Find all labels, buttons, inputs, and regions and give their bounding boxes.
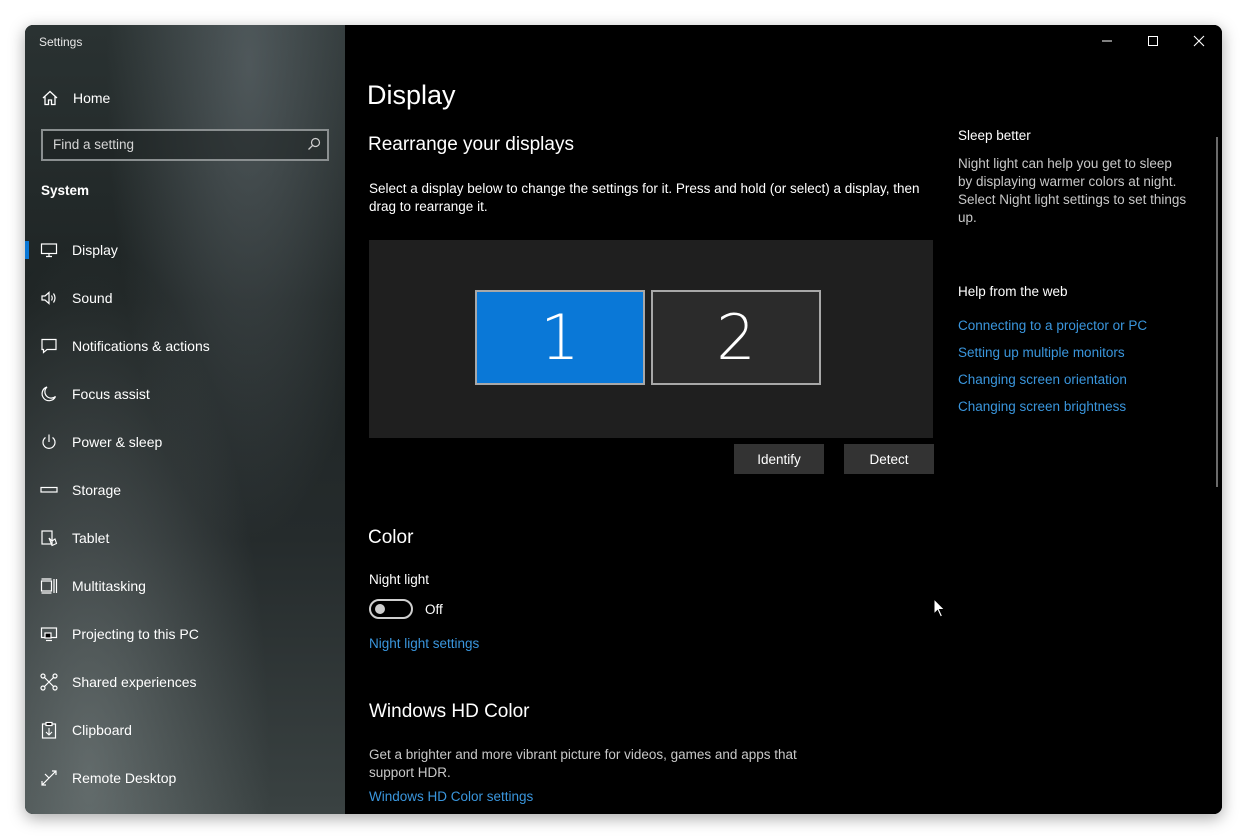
page-title: Display <box>367 80 456 110</box>
sidebar-item-notifications[interactable]: Notifications & actions <box>25 326 345 366</box>
monitor-1[interactable]: 1 <box>475 290 645 385</box>
sidebar-item-storage[interactable]: Storage <box>25 470 345 510</box>
sidebar-item-display[interactable]: Display <box>25 230 345 270</box>
toggle-knob <box>375 604 385 614</box>
hdr-settings-link[interactable]: Windows HD Color settings <box>369 789 533 804</box>
monitor-2[interactable]: 2 <box>651 290 821 385</box>
help-link-orientation[interactable]: Changing screen orientation <box>958 372 1127 387</box>
identify-button[interactable]: Identify <box>734 444 824 474</box>
maximize-button[interactable] <box>1138 31 1168 51</box>
sidebar-item-label: Projecting to this PC <box>72 626 199 642</box>
search-box[interactable]: Find a setting <box>41 129 329 161</box>
sidebar-item-label: Clipboard <box>72 722 132 738</box>
night-light-settings-link[interactable]: Night light settings <box>369 636 479 651</box>
night-light-toggle[interactable] <box>369 599 413 619</box>
sidebar-item-label: Notifications & actions <box>72 338 210 354</box>
hdr-description-line2: support HDR. <box>369 765 451 780</box>
close-button[interactable] <box>1184 31 1214 51</box>
help-link-brightness[interactable]: Changing screen brightness <box>958 399 1126 414</box>
storage-icon <box>40 486 58 493</box>
remote-desktop-icon <box>41 770 57 786</box>
sleep-text-line: Select Night light settings to set thing… <box>958 192 1187 207</box>
mouse-cursor-icon <box>933 598 946 618</box>
speaker-icon <box>41 291 56 305</box>
clipboard-icon <box>41 721 57 739</box>
multitasking-icon <box>40 578 58 594</box>
sidebar-item-label: Display <box>72 242 118 258</box>
monitor-icon <box>40 243 58 258</box>
maximize-icon <box>1148 36 1158 46</box>
sidebar-item-label: Tablet <box>72 530 110 546</box>
sidebar-item-remote-desktop[interactable]: Remote Desktop <box>25 758 345 798</box>
scrollbar[interactable] <box>1216 137 1218 487</box>
sidebar-item-sound[interactable]: Sound <box>25 278 345 318</box>
help-heading: Help from the web <box>958 284 1068 299</box>
shared-icon <box>40 673 58 691</box>
detect-button[interactable]: Detect <box>844 444 934 474</box>
section-title: System <box>41 183 90 198</box>
sidebar-item-tablet[interactable]: Tablet <box>25 518 345 558</box>
tablet-icon <box>41 530 58 547</box>
hdr-description-line1: Get a brighter and more vibrant picture … <box>369 747 797 762</box>
search-icon[interactable] <box>307 137 321 151</box>
sidebar-item-clipboard[interactable]: Clipboard <box>25 710 345 750</box>
color-heading: Color <box>368 527 414 548</box>
sidebar-item-label: Remote Desktop <box>72 770 177 786</box>
sidebar-item-shared-experiences[interactable]: Shared experiences <box>25 662 345 702</box>
sidebar-item-power-sleep[interactable]: Power & sleep <box>25 422 345 462</box>
projector-icon <box>40 627 58 642</box>
rearrange-description-line2: drag to rearrange it. <box>369 199 488 214</box>
sidebar-item-multitasking[interactable]: Multitasking <box>25 566 345 606</box>
minimize-button[interactable] <box>1092 31 1122 51</box>
home-icon <box>42 90 58 106</box>
sidebar-item-label: Multitasking <box>72 578 146 594</box>
sidebar-item-focus-assist[interactable]: Focus assist <box>25 374 345 414</box>
hdr-heading: Windows HD Color <box>369 701 530 722</box>
moon-icon <box>41 386 57 402</box>
close-icon <box>1193 35 1205 47</box>
sleep-heading: Sleep better <box>958 128 1031 143</box>
main-content: Display Rearrange your displays Select a… <box>345 25 1222 814</box>
night-light-label: Night light <box>369 572 430 587</box>
power-icon <box>42 434 56 449</box>
help-link-projector[interactable]: Connecting to a projector or PC <box>958 318 1147 333</box>
sidebar-item-label: Shared experiences <box>72 674 197 690</box>
sidebar-item-label: Focus assist <box>72 386 150 402</box>
home-nav[interactable]: Home <box>41 87 110 109</box>
chat-bubble-icon <box>41 338 57 354</box>
sidebar-item-projecting[interactable]: Projecting to this PC <box>25 614 345 654</box>
sidebar: Settings Home Find a setting System Disp… <box>25 25 345 814</box>
sidebar-item-label: Power & sleep <box>72 434 163 450</box>
search-input[interactable]: Find a setting <box>53 137 134 152</box>
sleep-text-line: up. <box>958 210 977 225</box>
sleep-text-line: by displaying warmer colors at night. <box>958 174 1177 189</box>
rearrange-heading: Rearrange your displays <box>368 134 574 155</box>
sleep-text-line: Night light can help you get to sleep <box>958 156 1172 171</box>
sidebar-item-label: Sound <box>72 290 113 306</box>
display-arrangement-area: 1 2 <box>369 240 933 438</box>
app-title: Settings <box>39 35 83 49</box>
sidebar-item-label: Storage <box>72 482 122 498</box>
settings-window: Settings Home Find a setting System Disp… <box>25 25 1222 814</box>
help-link-multiple-monitors[interactable]: Setting up multiple monitors <box>958 345 1125 360</box>
rearrange-description-line1: Select a display below to change the set… <box>369 181 920 196</box>
night-light-state: Off <box>425 602 443 617</box>
minimize-icon <box>1102 40 1112 42</box>
home-label: Home <box>73 90 111 106</box>
